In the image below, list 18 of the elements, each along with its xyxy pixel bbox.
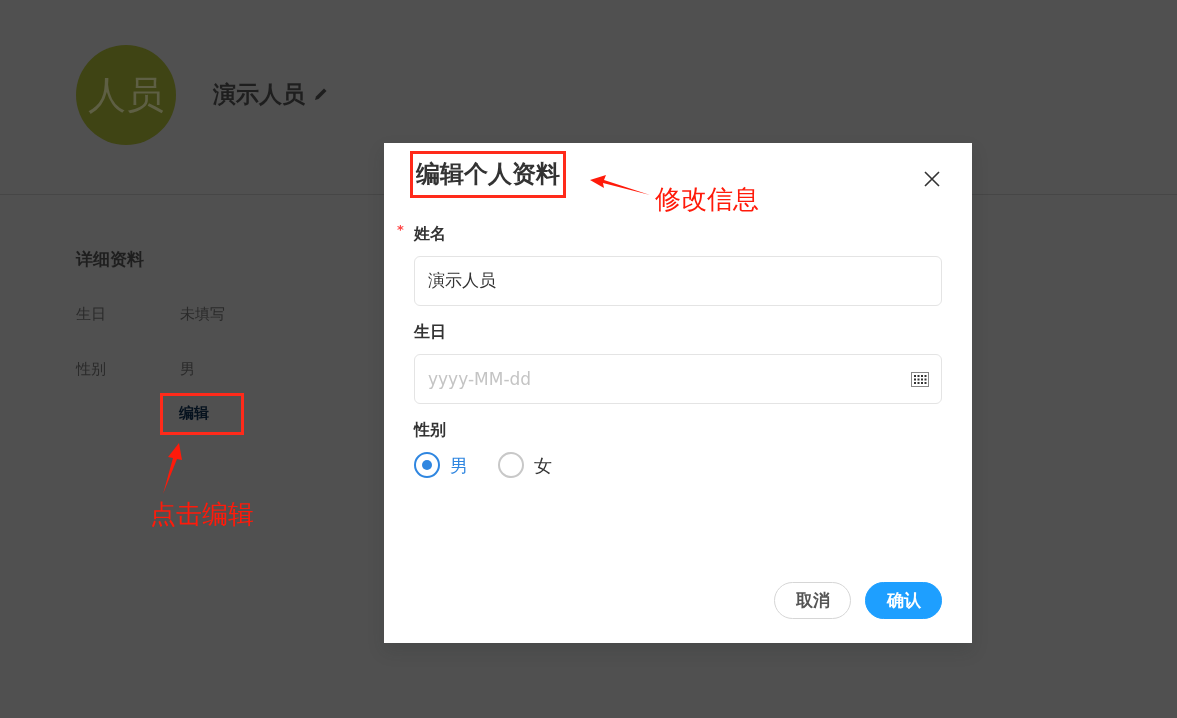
radio-button[interactable]: [498, 452, 524, 479]
field-label: 性别: [414, 419, 446, 439]
annotation-arrow: [160, 442, 184, 495]
radio-button[interactable]: [414, 452, 440, 479]
calendar-icon[interactable]: [911, 370, 929, 387]
annotation-text: 点击编辑: [150, 498, 254, 531]
radio-label[interactable]: 女: [534, 451, 552, 479]
radio-label[interactable]: 男: [450, 451, 468, 479]
close-button[interactable]: [924, 171, 942, 189]
field-label: 姓名: [414, 223, 446, 243]
cancel-button[interactable]: 取消: [774, 582, 851, 619]
field-label: 生日: [414, 321, 446, 341]
pencil-icon[interactable]: [313, 86, 329, 103]
dialog-title: 编辑个人资料: [416, 160, 560, 189]
input-field[interactable]: 演示人员: [414, 255, 942, 306]
required-mark: *: [397, 220, 404, 239]
date-field[interactable]: yyyy-MM-dd: [414, 353, 942, 404]
annotation-text: 修改信息: [655, 183, 759, 216]
